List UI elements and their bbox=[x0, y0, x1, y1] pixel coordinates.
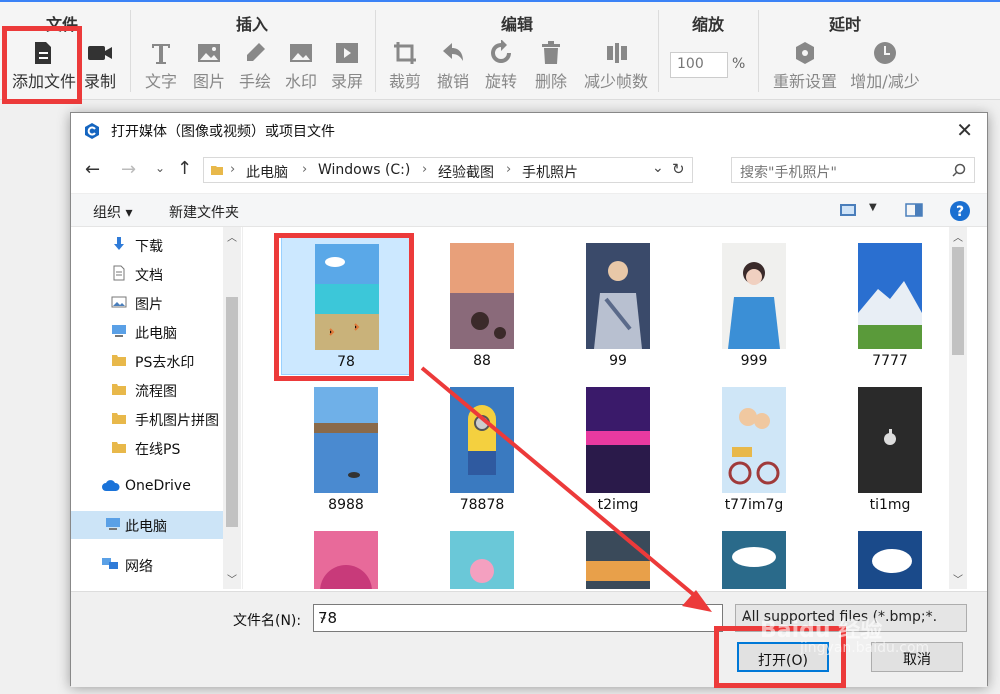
watermark-url: jingyan.baidu.com bbox=[800, 640, 930, 656]
annotation-arrow bbox=[420, 366, 712, 612]
